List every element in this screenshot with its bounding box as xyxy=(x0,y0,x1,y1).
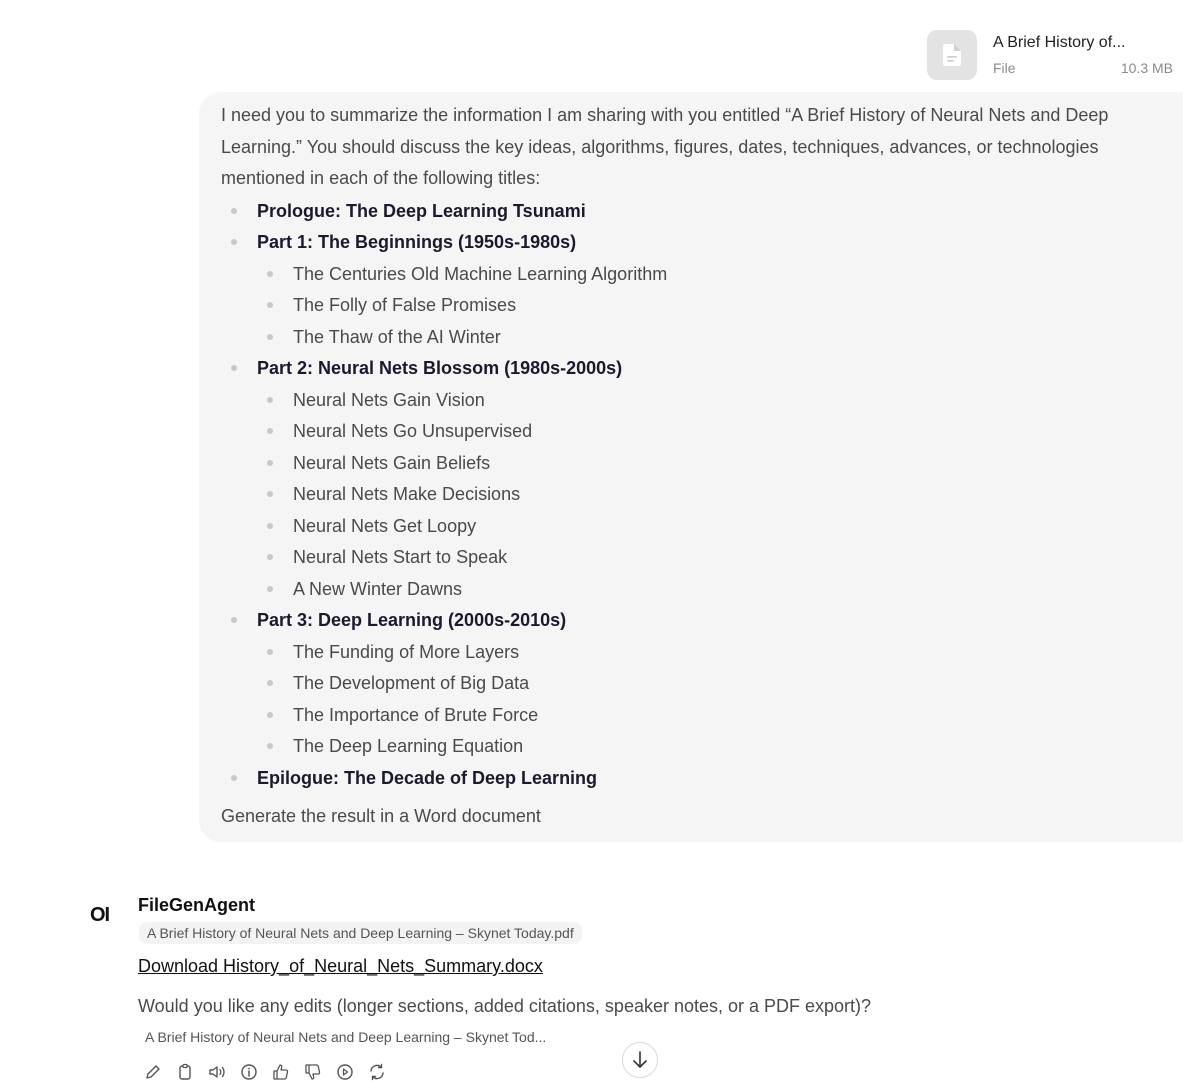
list-item: The Deep Learning Equation xyxy=(267,735,523,757)
bullet xyxy=(267,712,273,718)
list-item: Neural Nets Make Decisions xyxy=(267,483,520,505)
user-message-intro: I need you to summarize the information … xyxy=(221,105,1109,188)
list-item: Neural Nets Get Loopy xyxy=(267,515,476,537)
list-item: Neural Nets Go Unsupervised xyxy=(267,420,532,442)
attachment-size: 10.3 MB xyxy=(1120,60,1173,76)
list-item: The Development of Big Data xyxy=(267,672,529,694)
list-item: The Folly of False Promises xyxy=(267,294,516,316)
assistant-avatar: OI xyxy=(90,904,110,926)
copy-icon[interactable] xyxy=(175,1062,195,1082)
bullet xyxy=(267,428,273,434)
list-item-section-title: Epilogue: The Decade of Deep Learning xyxy=(231,767,597,789)
scroll-to-bottom-button[interactable] xyxy=(622,1042,658,1078)
bullet xyxy=(267,271,273,277)
list-item-section-title: Part 2: Neural Nets Blossom (1980s-2000s… xyxy=(231,357,622,379)
list-item: A New Winter Dawns xyxy=(267,578,462,600)
attachment-name: A Brief History of... xyxy=(993,34,1126,51)
bullet xyxy=(267,586,273,592)
regenerate-icon[interactable] xyxy=(367,1062,387,1082)
bullet xyxy=(231,365,237,371)
bullet xyxy=(267,743,273,749)
edit-icon[interactable] xyxy=(143,1062,163,1082)
bullet xyxy=(231,617,237,623)
source-citation-chip-truncated[interactable]: A Brief History of Neural Nets and Deep … xyxy=(139,1027,552,1047)
source-citation-chip[interactable]: A Brief History of Neural Nets and Deep … xyxy=(139,922,582,944)
list-item: Neural Nets Start to Speak xyxy=(267,546,507,568)
list-item-section-title: Part 1: The Beginnings (1950s-1980s) xyxy=(231,231,576,253)
bullet xyxy=(231,239,237,245)
message-actions-bar xyxy=(143,1062,387,1082)
list-item: The Funding of More Layers xyxy=(267,641,519,663)
bullet xyxy=(267,397,273,403)
bullet xyxy=(267,649,273,655)
download-docx-link[interactable]: Download History_of_Neural_Nets_Summary.… xyxy=(138,956,543,977)
attachment-type: File xyxy=(993,60,1016,76)
list-item-section-title: Prologue: The Deep Learning Tsunami xyxy=(231,200,586,222)
assistant-name: FileGenAgent xyxy=(138,895,256,915)
list-item: Neural Nets Gain Beliefs xyxy=(267,452,490,474)
user-message-bubble: I need you to summarize the information … xyxy=(199,92,1183,842)
bullet xyxy=(267,680,273,686)
document-icon xyxy=(927,30,977,80)
user-message-closing: Generate the result in a Word document xyxy=(221,806,541,826)
info-icon[interactable] xyxy=(239,1062,259,1082)
bullet xyxy=(231,208,237,214)
list-item: Neural Nets Gain Vision xyxy=(267,389,485,411)
bullet xyxy=(267,523,273,529)
bullet xyxy=(231,775,237,781)
bullet xyxy=(267,302,273,308)
bullet xyxy=(267,554,273,560)
assistant-reply-text: Would you like any edits (longer section… xyxy=(138,996,872,1016)
bullet xyxy=(267,334,273,340)
list-item-section-title: Part 3: Deep Learning (2000s-2010s) xyxy=(231,609,566,631)
bullet xyxy=(267,491,273,497)
read-aloud-icon[interactable] xyxy=(207,1062,227,1082)
bullet xyxy=(267,460,273,466)
thumbs-up-icon[interactable] xyxy=(271,1062,291,1082)
list-item: The Thaw of the AI Winter xyxy=(267,326,501,348)
attachment-card[interactable]: A Brief History of... File 10.3 MB xyxy=(927,30,1177,80)
thumbs-down-icon[interactable] xyxy=(303,1062,323,1082)
arrow-down-icon xyxy=(633,1051,647,1068)
continue-icon[interactable] xyxy=(335,1062,355,1082)
list-item: The Centuries Old Machine Learning Algor… xyxy=(267,263,667,285)
list-item: The Importance of Brute Force xyxy=(267,704,538,726)
